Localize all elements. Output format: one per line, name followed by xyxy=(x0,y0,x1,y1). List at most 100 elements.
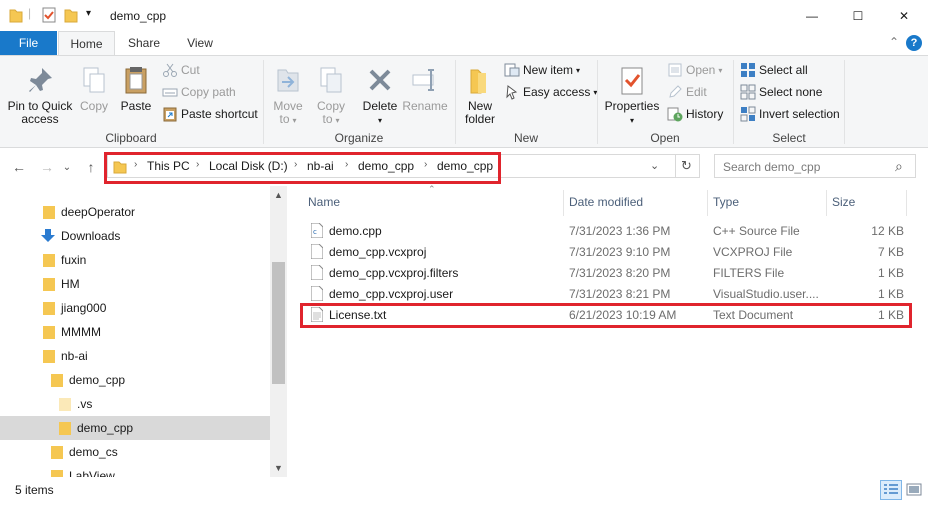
nav-item-labview[interactable]: LabView xyxy=(0,464,270,477)
history-button[interactable]: History xyxy=(667,105,723,123)
folder-icon xyxy=(43,254,55,267)
delete-button[interactable]: Delete ▾ xyxy=(359,64,401,127)
new-folder-qat-icon[interactable] xyxy=(64,7,78,23)
copy-path-button[interactable]: Copy path xyxy=(162,83,236,101)
tab-file[interactable]: File xyxy=(0,31,57,55)
nav-item-vs[interactable]: .vs xyxy=(0,392,270,416)
new-item-button[interactable]: New item ▾ xyxy=(504,61,580,79)
copy-to-button[interactable]: Copy to ▾ xyxy=(311,64,351,127)
nav-item-label: Downloads xyxy=(61,229,121,243)
column-divider[interactable] xyxy=(707,190,708,216)
organize-group-label: Organize xyxy=(334,131,384,145)
paste-shortcut-button[interactable]: Paste shortcut xyxy=(162,105,258,123)
close-button[interactable]: ✕ xyxy=(881,0,927,31)
svg-text:c: c xyxy=(313,228,317,236)
nav-item-label: LabView xyxy=(69,469,115,477)
close-icon: ✕ xyxy=(898,8,910,23)
file-size: 7 KB xyxy=(877,245,904,259)
search-input[interactable]: Search demo_cpp ⌕ xyxy=(714,154,916,178)
recent-locations-button[interactable]: ⌄ xyxy=(60,156,74,178)
paste-button[interactable]: Paste xyxy=(116,64,156,113)
nav-item-jiang000[interactable]: jiang000 xyxy=(0,296,270,320)
nav-item-label: .vs xyxy=(77,397,93,411)
column-header-date[interactable]: Date modified xyxy=(569,195,643,209)
column-header-name[interactable]: Name xyxy=(308,195,340,209)
invert-selection-label: Invert selection xyxy=(759,107,840,121)
tab-home[interactable]: Home xyxy=(58,31,115,55)
nav-item-nb-ai[interactable]: nb-ai xyxy=(0,344,270,368)
scrollbar-thumb[interactable] xyxy=(272,262,285,384)
large-icons-view-button[interactable] xyxy=(903,480,925,500)
tab-view[interactable]: View xyxy=(174,31,226,55)
file-name: demo_cpp.vcxproj.filters xyxy=(329,266,459,280)
forward-arrow-icon: → xyxy=(40,159,54,175)
move-to-button[interactable]: Move to ▾ xyxy=(268,64,308,127)
column-header-type[interactable]: Type xyxy=(713,195,739,209)
file-row[interactable]: demo_cpp.vcxproj 7/31/2023 9:10 PM VCXPR… xyxy=(306,241,906,262)
scissors-icon xyxy=(163,63,177,77)
nav-item-mmmm[interactable]: MMMM xyxy=(0,320,270,344)
nav-pane-scrollbar[interactable]: ▲ ▼ xyxy=(270,186,287,477)
up-button[interactable]: ↑ xyxy=(80,156,102,178)
new-folder-button[interactable]: New folder xyxy=(460,64,500,126)
minimize-button[interactable]: — xyxy=(789,0,835,31)
file-row[interactable]: c demo.cpp 7/31/2023 1:36 PM C++ Source … xyxy=(306,220,906,241)
properties-qat-icon[interactable] xyxy=(42,7,56,23)
file-size: 1 KB xyxy=(877,266,904,280)
file-row[interactable]: demo_cpp.vcxproj.filters 7/31/2023 8:20 … xyxy=(306,262,906,283)
help-icon[interactable]: ? xyxy=(906,35,922,51)
back-button[interactable]: ← xyxy=(8,156,30,178)
new-item-icon xyxy=(504,63,520,77)
rename-button[interactable]: Rename xyxy=(402,64,448,113)
scroll-down-icon[interactable]: ▼ xyxy=(274,463,283,473)
nav-item-demo-cpp-selected[interactable]: demo_cpp xyxy=(0,416,270,440)
properties-icon xyxy=(621,67,643,95)
select-all-label: Select all xyxy=(759,63,808,77)
nav-item-downloads[interactable]: Downloads xyxy=(0,224,270,248)
edit-button[interactable]: Edit xyxy=(667,83,707,101)
properties-button[interactable]: Properties ▾ xyxy=(602,64,662,127)
forward-button[interactable]: → xyxy=(36,156,58,178)
refresh-icon[interactable]: ↻ xyxy=(681,158,692,174)
file-size: 1 KB xyxy=(877,287,904,301)
easy-access-label: Easy access xyxy=(523,85,591,99)
copy-to-icon xyxy=(320,67,342,93)
qat-customize-icon[interactable]: ▾ xyxy=(86,8,91,19)
nav-item-label: demo_cs xyxy=(69,445,118,459)
maximize-button[interactable]: ☐ xyxy=(835,0,881,31)
nav-item-demo-cs[interactable]: demo_cs xyxy=(0,440,270,464)
nav-item-label: demo_cpp xyxy=(69,373,126,387)
scroll-up-icon[interactable]: ▲ xyxy=(274,190,283,200)
cut-button[interactable]: Cut xyxy=(162,61,200,79)
folder-icon xyxy=(51,374,63,387)
easy-access-button[interactable]: Easy access ▾ xyxy=(504,83,597,101)
ribbon: Pin to Quick access Copy Paste Cut Copy … xyxy=(0,55,928,148)
nav-item-deepoperator[interactable]: deepOperator xyxy=(0,200,270,224)
column-header-size[interactable]: Size xyxy=(832,195,855,209)
recent-chevron-icon: ⌄ xyxy=(62,161,72,173)
copy-button[interactable]: Copy xyxy=(76,64,112,113)
search-icon: ⌕ xyxy=(895,158,903,174)
folder-icon xyxy=(51,470,63,477)
file-row[interactable]: demo_cpp.vcxproj.user 7/31/2023 8:21 PM … xyxy=(306,283,906,304)
column-divider[interactable] xyxy=(906,190,907,216)
collapse-ribbon-icon[interactable]: ⌃ xyxy=(889,35,899,49)
folder-icon xyxy=(43,206,55,219)
paste-shortcut-icon xyxy=(163,107,177,122)
column-divider[interactable] xyxy=(563,190,564,216)
select-none-button[interactable]: Select none xyxy=(740,83,822,101)
address-dropdown-icon[interactable]: ⌄ xyxy=(650,159,659,172)
nav-item-label: HM xyxy=(61,277,80,291)
select-all-button[interactable]: Select all xyxy=(740,61,808,79)
invert-selection-button[interactable]: Invert selection xyxy=(740,105,840,123)
nav-item-hm[interactable]: HM xyxy=(0,272,270,296)
nav-item-demo-cpp-parent[interactable]: demo_cpp xyxy=(0,368,270,392)
pin-to-quick-access-button[interactable]: Pin to Quick access xyxy=(6,64,74,126)
tab-share[interactable]: Share xyxy=(118,31,170,55)
details-view-button[interactable] xyxy=(880,480,902,500)
file-name: demo.cpp xyxy=(329,224,382,238)
open-button[interactable]: Open ▾ xyxy=(667,61,722,79)
column-divider[interactable] xyxy=(826,190,827,216)
qat-divider: | xyxy=(28,6,32,20)
nav-item-fuxin[interactable]: fuxin xyxy=(0,248,270,272)
